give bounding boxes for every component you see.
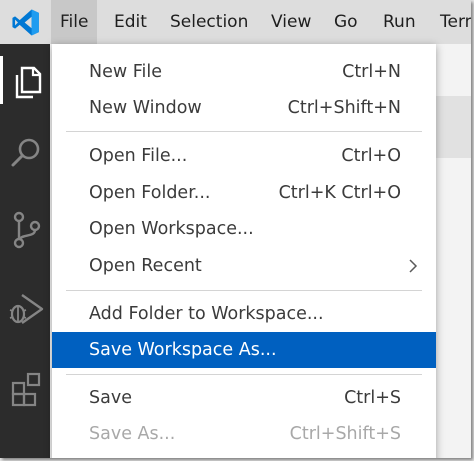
menu-item-label: New Window — [89, 98, 202, 118]
menu-item-shortcut: Ctrl+S — [344, 388, 401, 408]
menu-item-shortcut: Ctrl+K Ctrl+O — [278, 183, 401, 203]
extensions-icon[interactable] — [0, 362, 50, 412]
menu-item-label: New File — [89, 62, 163, 82]
menu-item-open-file[interactable]: Open File... Ctrl+O — [52, 138, 436, 174]
menu-item-new-file[interactable]: New File Ctrl+N — [52, 54, 436, 90]
menu-item-new-window[interactable]: New Window Ctrl+Shift+N — [52, 90, 436, 126]
menu-item-label: Open Workspace... — [89, 219, 254, 239]
vscode-window: File Edit Selection View Go Run Terminal — [0, 0, 471, 458]
menu-item-open-recent[interactable]: Open Recent — [52, 248, 436, 284]
menu-item-save[interactable]: Save Ctrl+S — [52, 380, 436, 416]
editor-tab-strip — [436, 96, 471, 158]
source-control-icon[interactable] — [0, 204, 50, 254]
menu-selection[interactable]: Selection — [161, 0, 257, 44]
menu-item-label: Open Recent — [89, 256, 202, 276]
file-menu-dropdown: New File Ctrl+N New Window Ctrl+Shift+N … — [52, 44, 436, 458]
menu-item-open-folder[interactable]: Open Folder... Ctrl+K Ctrl+O — [52, 175, 436, 211]
menu-item-shortcut: Ctrl+Shift+S — [289, 424, 401, 444]
menu-go[interactable]: Go — [325, 0, 367, 44]
menu-separator — [66, 374, 422, 375]
menu-item-shortcut: Ctrl+O — [341, 146, 401, 166]
menu-bar: File Edit Selection View Go Run Terminal — [0, 0, 471, 44]
vscode-logo-icon — [12, 9, 39, 36]
menu-item-save-as: Save As... Ctrl+Shift+S — [52, 416, 436, 452]
menu-item-label: Save — [89, 388, 132, 408]
menu-edit[interactable]: Edit — [105, 0, 156, 44]
menu-terminal[interactable]: Terminal — [431, 0, 471, 44]
menu-view[interactable]: View — [262, 0, 320, 44]
activity-bar — [0, 44, 50, 458]
menu-item-shortcut: Ctrl+N — [342, 62, 401, 82]
menu-item-save-workspace-as[interactable]: Save Workspace As... — [52, 332, 436, 368]
menu-item-label: Open Folder... — [89, 183, 211, 203]
menu-item-label: Save Workspace As... — [89, 340, 277, 360]
menu-separator — [66, 290, 422, 291]
menu-item-label: Add Folder to Workspace... — [89, 304, 324, 324]
menu-item-label: Open File... — [89, 146, 188, 166]
explorer-icon[interactable] — [0, 56, 50, 106]
menu-item-label: Save As... — [89, 424, 176, 444]
run-debug-icon[interactable] — [0, 284, 50, 334]
menu-file[interactable]: File — [51, 0, 98, 44]
menu-item-add-folder-to-workspace[interactable]: Add Folder to Workspace... — [52, 296, 436, 332]
search-icon[interactable] — [0, 128, 50, 178]
menu-run[interactable]: Run — [374, 0, 425, 44]
menu-item-open-workspace[interactable]: Open Workspace... — [52, 211, 436, 247]
menu-separator — [66, 131, 422, 132]
chevron-right-icon — [409, 259, 418, 273]
menu-item-shortcut: Ctrl+Shift+N — [287, 98, 401, 118]
